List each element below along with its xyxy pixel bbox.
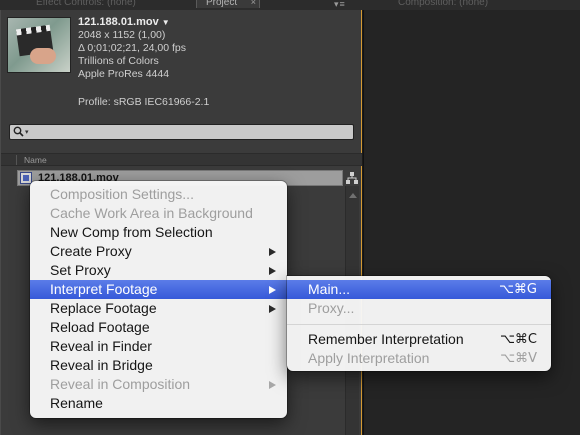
- submenu-item-main[interactable]: Main... ⌥⌘G: [287, 280, 551, 299]
- submenu-arrow-icon: [269, 248, 276, 256]
- menu-item-interpret-footage[interactable]: Interpret Footage: [30, 280, 287, 299]
- menu-item-create-proxy[interactable]: Create Proxy: [30, 242, 287, 261]
- menu-item-replace-footage[interactable]: Replace Footage: [30, 299, 287, 318]
- menu-item-composition-settings[interactable]: Composition Settings...: [30, 185, 287, 204]
- submenu-item-remember-interpretation[interactable]: Remember Interpretation ⌥⌘C: [287, 330, 551, 349]
- menu-item-set-proxy[interactable]: Set Proxy: [30, 261, 287, 280]
- search-input[interactable]: ▾: [9, 124, 354, 140]
- footage-duration: Δ 0;01;02;21, 24,00 fps: [78, 42, 187, 54]
- interpret-footage-submenu: Main... ⌥⌘G Proxy... Remember Interpretat…: [287, 276, 551, 371]
- menu-item-cache-work-area[interactable]: Cache Work Area in Background: [30, 204, 287, 223]
- submenu-item-proxy[interactable]: Proxy...: [287, 299, 551, 318]
- chevron-down-icon[interactable]: ▾: [25, 128, 29, 136]
- footage-info: 121.188.01.mov ▼ 2048 x 1152 (1,00) Δ 0;0…: [78, 16, 186, 81]
- search-icon: [13, 126, 24, 137]
- footage-codec: Apple ProRes 4444: [78, 68, 170, 80]
- footage-dropdown-icon[interactable]: ▼: [162, 18, 170, 27]
- menu-item-new-comp-from-selection[interactable]: New Comp from Selection: [30, 223, 287, 242]
- submenu-arrow-icon: [269, 381, 276, 389]
- submenu-arrow-icon: [269, 286, 276, 294]
- shortcut-label: ⌥⌘C: [499, 332, 537, 347]
- after-effects-window: Effect Controls: (none) Project × ▾≡ Com…: [0, 0, 580, 435]
- menu-item-reveal-in-bridge[interactable]: Reveal in Bridge: [30, 356, 287, 375]
- menu-item-reveal-in-composition[interactable]: Reveal in Composition: [30, 375, 287, 394]
- footage-colors: Trillions of Colors: [78, 55, 159, 67]
- footage-thumbnail: [7, 17, 71, 73]
- column-name-header[interactable]: Name: [24, 154, 47, 166]
- submenu-item-apply-interpretation[interactable]: Apply Interpretation ⌥⌘V: [287, 349, 551, 368]
- flowchart-icon[interactable]: [345, 171, 359, 185]
- menu-item-reveal-in-finder[interactable]: Reveal in Finder: [30, 337, 287, 356]
- footage-name: 121.188.01.mov: [78, 16, 159, 28]
- column-divider[interactable]: [16, 155, 17, 165]
- tab-effect-controls[interactable]: Effect Controls: (none): [36, 0, 186, 10]
- close-icon[interactable]: ×: [251, 0, 256, 8]
- submenu-arrow-icon: [269, 267, 276, 275]
- submenu-arrow-icon: [269, 305, 276, 313]
- tab-project-label: Project: [206, 0, 238, 8]
- footage-file-icon: [20, 172, 32, 184]
- footage-profile: Profile: sRGB IEC61966-2.1: [78, 96, 210, 108]
- panel-menu-icon[interactable]: ▾≡: [334, 0, 346, 10]
- context-menu: Composition Settings... Cache Work Area …: [30, 181, 287, 418]
- composition-panel: [363, 10, 580, 435]
- column-header: Name: [1, 153, 362, 166]
- panel-tab-bar: Effect Controls: (none) Project × ▾≡ Com…: [0, 0, 580, 10]
- tab-composition[interactable]: Composition: (none): [398, 0, 518, 10]
- menu-separator: [287, 324, 551, 325]
- hand-image: [30, 48, 56, 64]
- menu-item-rename[interactable]: Rename: [30, 394, 287, 413]
- tab-project[interactable]: Project ×: [196, 0, 260, 8]
- shortcut-label: ⌥⌘V: [500, 351, 537, 366]
- menu-item-reload-footage[interactable]: Reload Footage: [30, 318, 287, 337]
- shortcut-label: ⌥⌘G: [498, 282, 537, 297]
- scroll-up-icon[interactable]: [349, 193, 357, 198]
- footage-dimensions: 2048 x 1152 (1,00): [78, 29, 166, 41]
